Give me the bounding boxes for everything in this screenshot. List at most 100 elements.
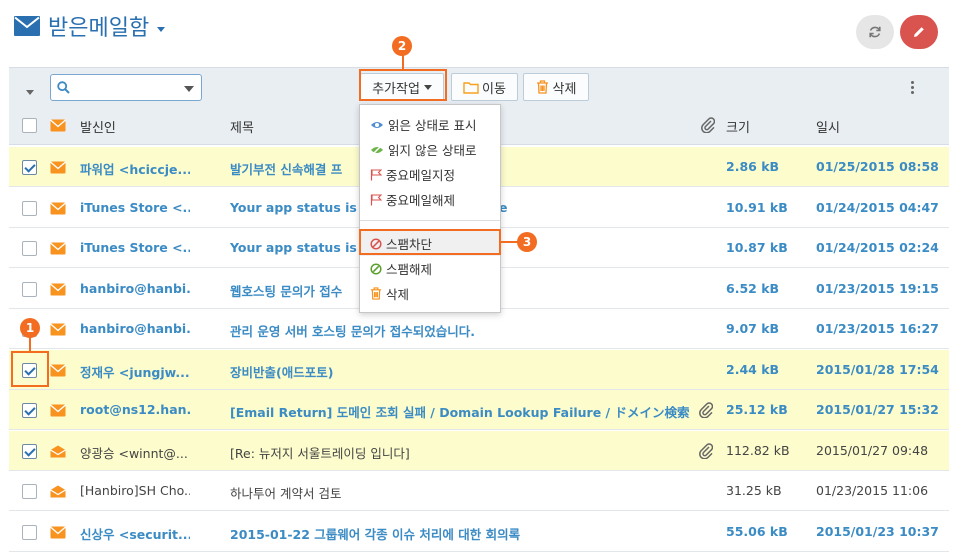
envelope-icon [50, 364, 66, 377]
subject-column-header[interactable]: 제목 [230, 117, 254, 136]
table-row[interactable]: [Hanbiro]SH Cho... 하나투어 계약서 검토 31.25 kB 01/… [9, 471, 949, 511]
folder-icon [463, 81, 479, 94]
menu-item-flag[interactable]: 중요메일지정 [360, 162, 500, 187]
chevron-down-icon [423, 84, 432, 90]
row-sender[interactable]: hanbiro@hanbi... [80, 281, 190, 296]
row-checkbox[interactable] [22, 443, 37, 459]
select-all-checkbox[interactable] [22, 118, 37, 133]
callout-line-three [501, 241, 518, 243]
row-date: 01/24/2015 04:47 [816, 199, 939, 215]
row-sender[interactable]: 파워업 <hciccje... [80, 159, 190, 178]
search-box[interactable] [50, 74, 202, 101]
callout-line-two [402, 55, 404, 69]
menu-item-mark-read[interactable]: 읽은 상태로 표시 [360, 112, 500, 137]
envelope-icon [50, 526, 66, 539]
row-sender[interactable]: 양광승 <winnt@... [80, 443, 190, 462]
eye-slash-icon [371, 144, 383, 155]
row-subject[interactable]: 하나투어 계약서 검토 [230, 483, 690, 502]
row-date: 2015/01/27 09:48 [816, 442, 929, 458]
row-subject[interactable]: 2015-01-22 그룹웨어 각종 이슈 처리에 대한 회의록 [230, 524, 690, 543]
row-size: 9.07 kB [726, 321, 780, 336]
envelope-icon [50, 283, 66, 296]
delete-button[interactable]: 삭제 [523, 73, 589, 101]
select-dropdown-caret-icon[interactable] [26, 90, 34, 95]
row-checkbox[interactable] [22, 524, 37, 540]
row-sender[interactable]: [Hanbiro]SH Cho... [80, 483, 190, 498]
delete-label: 삭제 [552, 81, 577, 97]
row-sender[interactable]: 신상우 <securit... [80, 524, 190, 543]
table-row[interactable]: 양광승 <winnt@... [Re: 뉴저지 서울트레이딩 입니다] 112.82… [9, 430, 949, 471]
callout-line-one [29, 336, 31, 351]
row-size: 55.06 kB [726, 523, 788, 539]
row-date: 2015/01/28 17:54 [816, 361, 939, 377]
row-date: 01/23/2015 16:27 [816, 321, 939, 336]
chevron-down-icon[interactable] [184, 86, 194, 92]
row-size: 31.25 kB [726, 483, 782, 498]
table-row[interactable]: 신상우 <securit... 2015-01-22 그룹웨어 각종 이슈 처리에… [9, 512, 949, 552]
compose-button[interactable] [900, 15, 938, 49]
row-date: 2015/01/27 15:32 [816, 402, 939, 417]
sender-column-header[interactable]: 발신인 [80, 117, 116, 136]
row-checkbox[interactable] [22, 160, 37, 175]
page-title: 받은메일함 [48, 16, 150, 41]
more-options-icon[interactable] [911, 81, 915, 96]
menu-item-unblock-spam[interactable]: 스팸해제 [360, 256, 500, 281]
row-date: 2015/01/23 10:37 [816, 523, 939, 539]
flag-outline-icon [370, 193, 382, 205]
menu-item-mark-unread[interactable]: 읽지 않은 상태로 [360, 137, 500, 162]
table-row[interactable]: hanbiro@hanbi... 관리 운영 서버 호스팅 문의가 접수되었습니다… [9, 309, 949, 349]
search-input[interactable] [75, 80, 185, 96]
envelope-open-icon [50, 485, 66, 498]
row-date: 01/24/2015 02:24 [816, 240, 939, 255]
flag-icon [370, 168, 382, 180]
date-column-header[interactable]: 일시 [816, 117, 840, 136]
callout-badge-one: 1 [20, 318, 40, 338]
envelope-icon [50, 242, 66, 255]
menu-divider [360, 220, 500, 221]
row-checkbox[interactable] [22, 362, 37, 378]
envelope-icon [50, 202, 66, 215]
row-sender[interactable]: iTunes Store <... [80, 200, 190, 215]
row-sender[interactable]: iTunes Store <... [80, 240, 190, 255]
row-checkbox[interactable] [22, 403, 37, 418]
table-row[interactable]: root@ns12.han... [Email Return] 도메인 조회 실패… [9, 390, 949, 430]
paperclip-icon [699, 443, 713, 459]
row-sender[interactable]: root@ns12.han... [80, 402, 190, 417]
trash-icon [370, 287, 382, 300]
menu-item-unflag[interactable]: 중요메일해제 [360, 187, 500, 212]
envelope-icon [50, 404, 66, 417]
row-checkbox[interactable] [22, 281, 37, 297]
row-subject[interactable]: 장비반출(애드포토) [230, 362, 690, 381]
row-subject[interactable]: 관리 운영 서버 호스팅 문의가 접수되었습니다. [230, 321, 690, 340]
mailbox-title-dropdown[interactable]: 받은메일함 [14, 10, 166, 42]
row-subject[interactable]: [Re: 뉴저지 서울트레이딩 입니다] [230, 443, 690, 462]
envelope-icon [50, 119, 66, 132]
callout-badge-three: 3 [517, 232, 537, 252]
menu-item-block-spam[interactable]: 스팸차단 [360, 231, 500, 256]
move-button[interactable]: 이동 [451, 73, 518, 101]
move-label: 이동 [482, 81, 506, 97]
eye-icon [371, 121, 383, 128]
menu-item-delete[interactable]: 삭제 [360, 281, 500, 306]
trash-icon [536, 80, 548, 94]
row-checkbox[interactable] [22, 484, 37, 499]
size-column-header[interactable]: 크기 [726, 117, 750, 136]
row-size: 25.12 kB [726, 402, 788, 417]
row-sender[interactable]: hanbiro@hanbi... [80, 321, 190, 336]
mail-icon [14, 16, 40, 36]
row-sender[interactable]: 정재우 <jungjw... [80, 362, 190, 381]
row-size: 2.44 kB [726, 361, 780, 377]
callout-badge-two: 2 [392, 36, 412, 56]
table-row[interactable]: 정재우 <jungjw... 장비반출(애드포토) 2.44 kB 2015/01/2… [9, 349, 949, 390]
row-size: 6.52 kB [726, 280, 780, 296]
extra-actions-button[interactable]: 추가작업 [360, 73, 444, 101]
row-subject[interactable]: [Email Return] 도메인 조회 실패 / Domain Lookup… [230, 402, 690, 421]
row-size: 112.82 kB [726, 442, 790, 458]
refresh-icon [869, 26, 881, 38]
row-checkbox[interactable] [22, 241, 37, 256]
extra-actions-label: 추가작업 [372, 81, 420, 97]
page-header: 받은메일함 [0, 0, 954, 62]
row-checkbox[interactable] [22, 200, 37, 216]
refresh-button[interactable] [856, 15, 894, 49]
pencil-icon [914, 27, 924, 37]
